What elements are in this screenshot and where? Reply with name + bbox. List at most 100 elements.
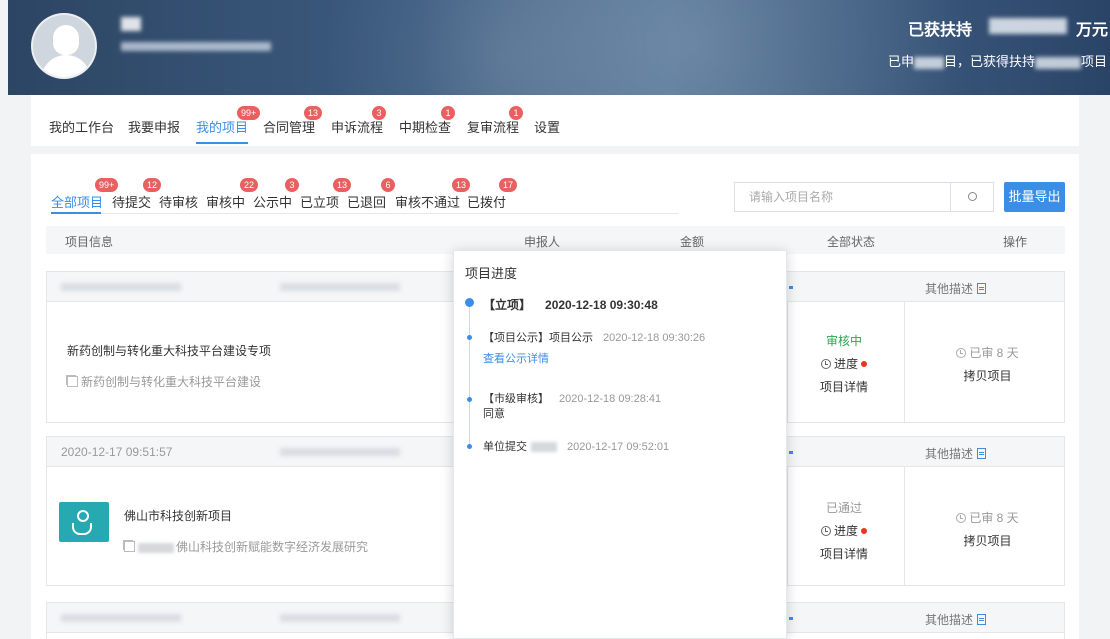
document-icon [977,614,987,625]
nav-apply[interactable]: 我要申报 [128,117,180,136]
nav-badge-appeal: 3 [372,106,386,120]
col-applicant: 申报人 [524,235,561,249]
col-status[interactable]: 全部状态 [827,233,875,250]
project-detail-link[interactable]: 项目详情 [789,378,899,395]
filter-pending-submit[interactable]: 待提交 [112,192,151,211]
redacted-text [280,614,400,622]
row-marker [789,617,793,620]
alert-dot-icon [861,361,867,367]
view-publicity-detail-link[interactable]: 查看公示详情 [483,350,549,366]
timeline-step: 【项目公示】项目公示 2020-12-18 09:30:26 [483,329,705,345]
project-subtitle-text: 新药创制与转化重大科技平台建设 [81,375,262,389]
other-description-label: 其他描述 [925,613,974,627]
status-cell: 审核中 进度 项目详情 [789,332,899,395]
nav-appeal[interactable]: 申诉流程 [331,117,383,136]
batch-export-button[interactable]: 批量导出 [1004,182,1065,212]
step-time: 2020-12-17 09:52:01 [567,441,670,453]
company-redacted [121,42,271,51]
support-summary-b: 目，已获得扶持 [944,54,1036,69]
actions-cell: 已审 8 天 拷贝项目 [925,344,1050,384]
filter-rejected[interactable]: 审核不通过 [395,192,460,211]
nav-review[interactable]: 复审流程 [467,117,519,136]
redacted-text [61,283,181,291]
project-subtitle-text: 佛山科技创新赋能数字经济发展研究 [176,540,369,554]
step-time: 2020-12-18 09:30:48 [545,298,658,312]
filter-badge-funded: 17 [499,178,518,192]
search-icon [968,192,977,201]
main-nav: 我的工作台 我要申报 我的项目 合同管理 申诉流程 中期检查 复审流程 设置 9… [31,95,1079,146]
clock-icon [820,359,831,369]
search-input[interactable] [735,183,950,211]
copy-project-button[interactable]: 拷贝项目 [925,367,1050,384]
copy-icon [124,541,135,552]
review-days: 已审 8 天 [925,344,1050,361]
other-description-label: 其他描述 [925,282,974,296]
filter-funded[interactable]: 已拨付 [467,192,506,211]
avatar-head-icon [53,25,79,55]
filter-badge-rejected: 13 [452,178,471,192]
row-marker [789,451,793,454]
nav-settings[interactable]: 设置 [534,117,560,136]
project-subtitle: 新药创制与转化重大科技平台建设 [67,373,261,390]
project-detail-link[interactable]: 项目详情 [789,545,899,562]
timeline-step: 【市级审核】 2020-12-18 09:28:41 [483,390,661,406]
search-button[interactable] [950,183,993,211]
nav-contracts[interactable]: 合同管理 [263,117,315,136]
timeline-dot-icon [467,444,472,449]
filter-all[interactable]: 全部项目 [51,192,103,211]
step-time: 2020-12-18 09:28:41 [559,393,662,405]
status-badge: 已通过 [825,501,862,515]
clock-icon [956,513,967,523]
filter-active-indicator [51,212,101,214]
filter-reviewing[interactable]: 审核中 [206,192,245,211]
clock-icon [820,526,831,536]
nav-workbench[interactable]: 我的工作台 [49,117,114,136]
actions-cell: 已审 8 天 拷贝项目 [925,509,1050,549]
timeline-dot-icon [467,335,472,340]
redacted-text [531,442,557,453]
other-description-link[interactable]: 其他描述 [925,445,987,462]
column-divider [787,302,788,422]
timeline-line [469,302,470,447]
col-project-info: 项目信息 [65,235,114,249]
other-description-link[interactable]: 其他描述 [925,611,987,628]
review-days: 已审 8 天 [925,509,1050,526]
nav-badge-review: 1 [509,106,523,120]
column-divider [904,302,905,422]
project-name[interactable]: 新药创制与转化重大科技平台建设专项 [67,342,271,359]
alert-dot-icon [861,528,867,534]
nav-my-projects[interactable]: 我的项目 [196,117,248,136]
timeline-dot-icon [465,298,474,307]
filter-badge-publicizing: 3 [285,178,299,192]
progress-label: 进度 [833,357,858,371]
other-description-link[interactable]: 其他描述 [925,280,987,297]
filter-divider [51,213,679,214]
project-logo-icon [59,502,109,542]
timeline-step: 单位提交 2020-12-17 09:52:01 [483,438,669,454]
filter-pending-review[interactable]: 待审核 [159,192,198,211]
copy-project-button[interactable]: 拷贝项目 [925,532,1050,549]
filter-publicizing[interactable]: 公示中 [253,192,292,211]
filter-approved[interactable]: 已立项 [300,192,339,211]
avatar-body-icon [41,55,91,77]
redacted-text [138,542,174,553]
redacted-count [1035,56,1082,69]
username-redacted [121,17,141,31]
support-amount-redacted [989,18,1067,34]
progress-label: 进度 [833,524,858,538]
step-time: 2020-12-18 09:30:26 [603,332,706,344]
avatar[interactable] [31,13,97,79]
support-title: 已获扶持 [908,22,973,39]
project-name[interactable]: 佛山市科技创新项目 [124,507,232,524]
review-days-label: 已审 8 天 [969,511,1019,525]
nav-active-indicator [196,142,248,144]
filter-badge-pending-submit: 12 [143,178,162,192]
progress-link[interactable]: 进度 [789,522,899,539]
nav-midterm[interactable]: 中期检查 [399,117,451,136]
support-summary-c: 项目 [1081,54,1108,69]
popover-title: 项目进度 [465,266,518,281]
row-timestamp: 2020-12-17 09:51:57 [61,445,173,459]
filter-returned[interactable]: 已退回 [347,192,386,211]
document-icon [977,283,987,294]
progress-link[interactable]: 进度 [789,355,899,372]
